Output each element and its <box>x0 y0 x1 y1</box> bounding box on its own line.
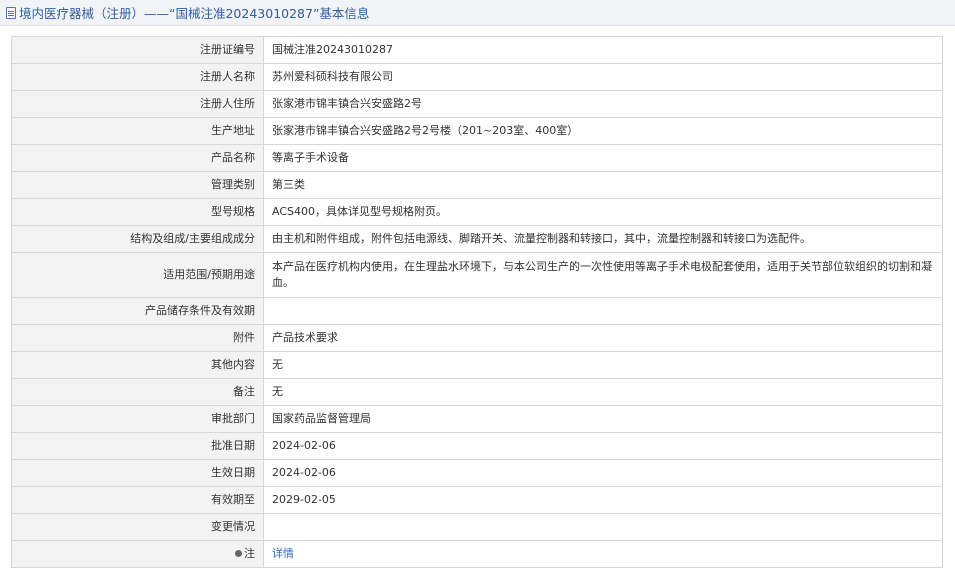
row-label: 备注 <box>11 378 264 406</box>
table-row: 生效日期 2024-02-06 <box>11 459 943 487</box>
table-row: 产品储存条件及有效期 <box>11 297 943 325</box>
table-row: 注 详情 <box>11 540 943 568</box>
row-value: 等离子手术设备 <box>263 144 943 172</box>
table-row: 备注 无 <box>11 378 943 406</box>
row-label: 生产地址 <box>11 117 264 145</box>
row-value: 本产品在医疗机构内使用，在生理盐水环境下，与本公司生产的一次性使用等离子手术电极… <box>263 252 943 298</box>
row-value: 2029-02-05 <box>263 486 943 514</box>
row-label: 注册人名称 <box>11 63 264 91</box>
row-value: 由主机和附件组成，附件包括电源线、脚踏开关、流量控制器和转接口，其中，流量控制器… <box>263 225 943 253</box>
table-row: 变更情况 <box>11 513 943 541</box>
row-label: 注册人住所 <box>11 90 264 118</box>
table-row: 适用范围/预期用途 本产品在医疗机构内使用，在生理盐水环境下，与本公司生产的一次… <box>11 252 943 298</box>
table-row: 注册人住所 张家港市锦丰镇合兴安盛路2号 <box>11 90 943 118</box>
document-icon <box>6 6 16 19</box>
row-label: 变更情况 <box>11 513 264 541</box>
row-value: 2024-02-06 <box>263 459 943 487</box>
row-label: 产品名称 <box>11 144 264 172</box>
table-row: 型号规格 ACS400，具体详见型号规格附页。 <box>11 198 943 226</box>
row-value: 详情 <box>263 540 943 568</box>
row-value: 无 <box>263 351 943 379</box>
table-row: 有效期至 2029-02-05 <box>11 486 943 514</box>
info-table: 注册证编号 国械注准20243010287 注册人名称 苏州爱科硕科技有限公司 … <box>11 36 943 568</box>
row-label: 有效期至 <box>11 486 264 514</box>
note-label-cell: 注 <box>11 540 264 568</box>
table-row: 附件 产品技术要求 <box>11 324 943 352</box>
table-row: 注册证编号 国械注准20243010287 <box>11 36 943 64</box>
row-label: 产品储存条件及有效期 <box>11 297 264 325</box>
row-value <box>263 297 943 325</box>
row-label: 结构及组成/主要组成成分 <box>11 225 264 253</box>
row-label: 管理类别 <box>11 171 264 199</box>
table-row: 结构及组成/主要组成成分 由主机和附件组成，附件包括电源线、脚踏开关、流量控制器… <box>11 225 943 253</box>
table-row: 审批部门 国家药品监督管理局 <box>11 405 943 433</box>
row-label: 审批部门 <box>11 405 264 433</box>
row-label: 批准日期 <box>11 432 264 460</box>
row-value: 张家港市锦丰镇合兴安盛路2号2号楼（201~203室、400室） <box>263 117 943 145</box>
row-label: 生效日期 <box>11 459 264 487</box>
row-value: 无 <box>263 378 943 406</box>
row-label: 注册证编号 <box>11 36 264 64</box>
row-value: 国家药品监督管理局 <box>263 405 943 433</box>
details-link[interactable]: 详情 <box>272 547 294 560</box>
table-row: 管理类别 第三类 <box>11 171 943 199</box>
row-value: 张家港市锦丰镇合兴安盛路2号 <box>263 90 943 118</box>
row-value <box>263 513 943 541</box>
page-header: 境内医疗器械（注册）——“国械注准20243010287”基本信息 <box>0 0 955 26</box>
table-row: 其他内容 无 <box>11 351 943 379</box>
row-value: ACS400，具体详见型号规格附页。 <box>263 198 943 226</box>
table-row: 批准日期 2024-02-06 <box>11 432 943 460</box>
row-label: 注 <box>244 547 255 560</box>
row-value: 2024-02-06 <box>263 432 943 460</box>
table-row: 注册人名称 苏州爱科硕科技有限公司 <box>11 63 943 91</box>
table-row: 产品名称 等离子手术设备 <box>11 144 943 172</box>
row-value: 国械注准20243010287 <box>263 36 943 64</box>
row-value: 第三类 <box>263 171 943 199</box>
info-table-container: 注册证编号 国械注准20243010287 注册人名称 苏州爱科硕科技有限公司 … <box>11 36 943 568</box>
row-label: 适用范围/预期用途 <box>11 252 264 298</box>
row-value: 苏州爱科硕科技有限公司 <box>263 63 943 91</box>
row-label: 其他内容 <box>11 351 264 379</box>
note-dot-icon <box>235 550 242 557</box>
row-value: 产品技术要求 <box>263 324 943 352</box>
row-label: 附件 <box>11 324 264 352</box>
row-label: 型号规格 <box>11 198 264 226</box>
table-row: 生产地址 张家港市锦丰镇合兴安盛路2号2号楼（201~203室、400室） <box>11 117 943 145</box>
page-title: 境内医疗器械（注册）——“国械注准20243010287”基本信息 <box>19 6 370 21</box>
